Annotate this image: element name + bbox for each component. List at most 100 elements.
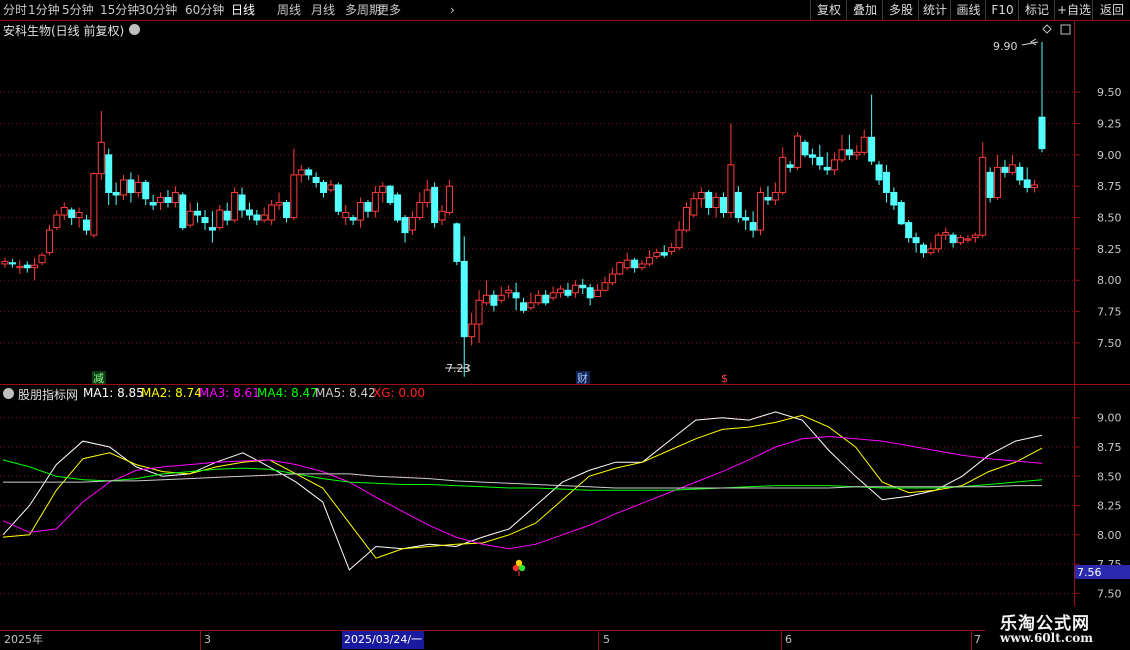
candle [120,179,128,196]
candle [853,151,861,156]
candle [1001,166,1009,173]
candle [379,185,387,193]
candle [594,289,602,298]
candle [1031,184,1039,188]
candle [312,176,320,183]
legend-item-4: MA5: 8.42 [315,386,376,400]
current-value-label: 7.56 [1077,566,1102,579]
low-price-label: 7.23 [446,362,471,375]
candle [675,229,683,249]
candle [986,171,994,198]
candle [1,260,9,265]
candle [512,292,520,299]
candle [253,214,261,221]
candle [623,259,631,269]
candle [208,227,216,231]
candle [1023,179,1031,188]
candle [149,201,157,206]
candle [1008,164,1016,173]
legend-item-5: XG: 0.00 [373,386,425,400]
candle [275,201,283,206]
legend-label: XG: [373,386,395,400]
time-label-1: 3 [204,633,211,646]
candle [971,234,979,239]
candle [290,174,298,219]
legend-value: 8.61 [229,386,260,400]
sub-y-tick-label: 7.50 [1097,587,1122,600]
candle [475,299,483,325]
candle [216,209,224,229]
candle [601,282,609,291]
candle [912,237,920,244]
candle [712,196,720,209]
sub-y-tick-label: 8.50 [1097,470,1122,483]
candle [653,252,661,257]
event-marker-dollar: $ [721,372,728,385]
candle [631,259,639,269]
candle [927,248,935,254]
candle [527,302,535,309]
series-line-ma4 [2,459,1043,491]
candle [38,254,46,264]
candle [734,191,742,219]
candle [727,164,735,214]
legend-value: 8.47 [287,386,318,400]
event-marker-cai: 财 [577,371,588,385]
main-y-tick-label: 7.50 [1097,337,1122,350]
candle [401,217,409,234]
xg-signal-dot [515,559,523,567]
candle [868,136,876,162]
candle [697,191,705,200]
candle [742,217,750,221]
candle [394,194,402,221]
series-line-ma5 [3,473,1042,489]
candle [682,207,690,231]
candle [23,264,31,269]
candle [16,265,24,269]
candle [638,263,646,269]
time-divider [200,631,201,650]
legend-item-3: MA4: 8.47 [257,386,318,400]
candle [1038,116,1046,150]
time-axis: 2025年 3 2025/03/24/一 5 6 7 [0,630,1130,650]
indicator-dropdown-icon[interactable] [3,388,14,399]
candle [31,264,39,269]
candle [53,214,61,229]
candle [482,294,490,304]
candle [460,260,468,338]
title-dropdown-icon[interactable] [129,24,140,35]
legend-item-0: MA1: 8.85 [83,386,144,400]
candle [919,244,927,254]
chart-canvas: 9.50 9.25 9.00 8.75 8.50 8.25 8.00 7.75 7.50 9.90… [0,24,1130,600]
sub-y-tick-label: 8.75 [1097,441,1122,454]
candle [608,273,616,284]
candle [327,184,335,191]
candle [786,164,794,168]
sub-y-tick-label: 8.25 [1097,500,1122,513]
candle [445,185,453,214]
candle [934,234,942,250]
time-label-2[interactable]: 2025/03/24/一 [342,631,425,649]
candle [957,237,965,244]
sub-y-tick-label: 8.00 [1097,529,1122,542]
candle [320,181,328,193]
candle [431,186,439,224]
candle [82,219,90,231]
indicator-title: 股朋指标网 [18,388,79,402]
candle [68,209,76,219]
candle [127,179,135,193]
time-label-3: 5 [603,633,610,646]
candle [557,288,565,294]
candle [579,284,587,289]
legend-label: MA3: [199,386,230,400]
legend-value: 8.74 [171,386,202,400]
candle [453,223,461,262]
diamond-icon[interactable] [1042,24,1052,34]
candle [757,191,765,231]
candle [979,156,987,236]
candle [408,217,416,231]
candle [831,159,839,171]
candle [964,238,972,241]
panel-toggle-icon[interactable] [1060,24,1071,35]
candle [134,181,142,193]
